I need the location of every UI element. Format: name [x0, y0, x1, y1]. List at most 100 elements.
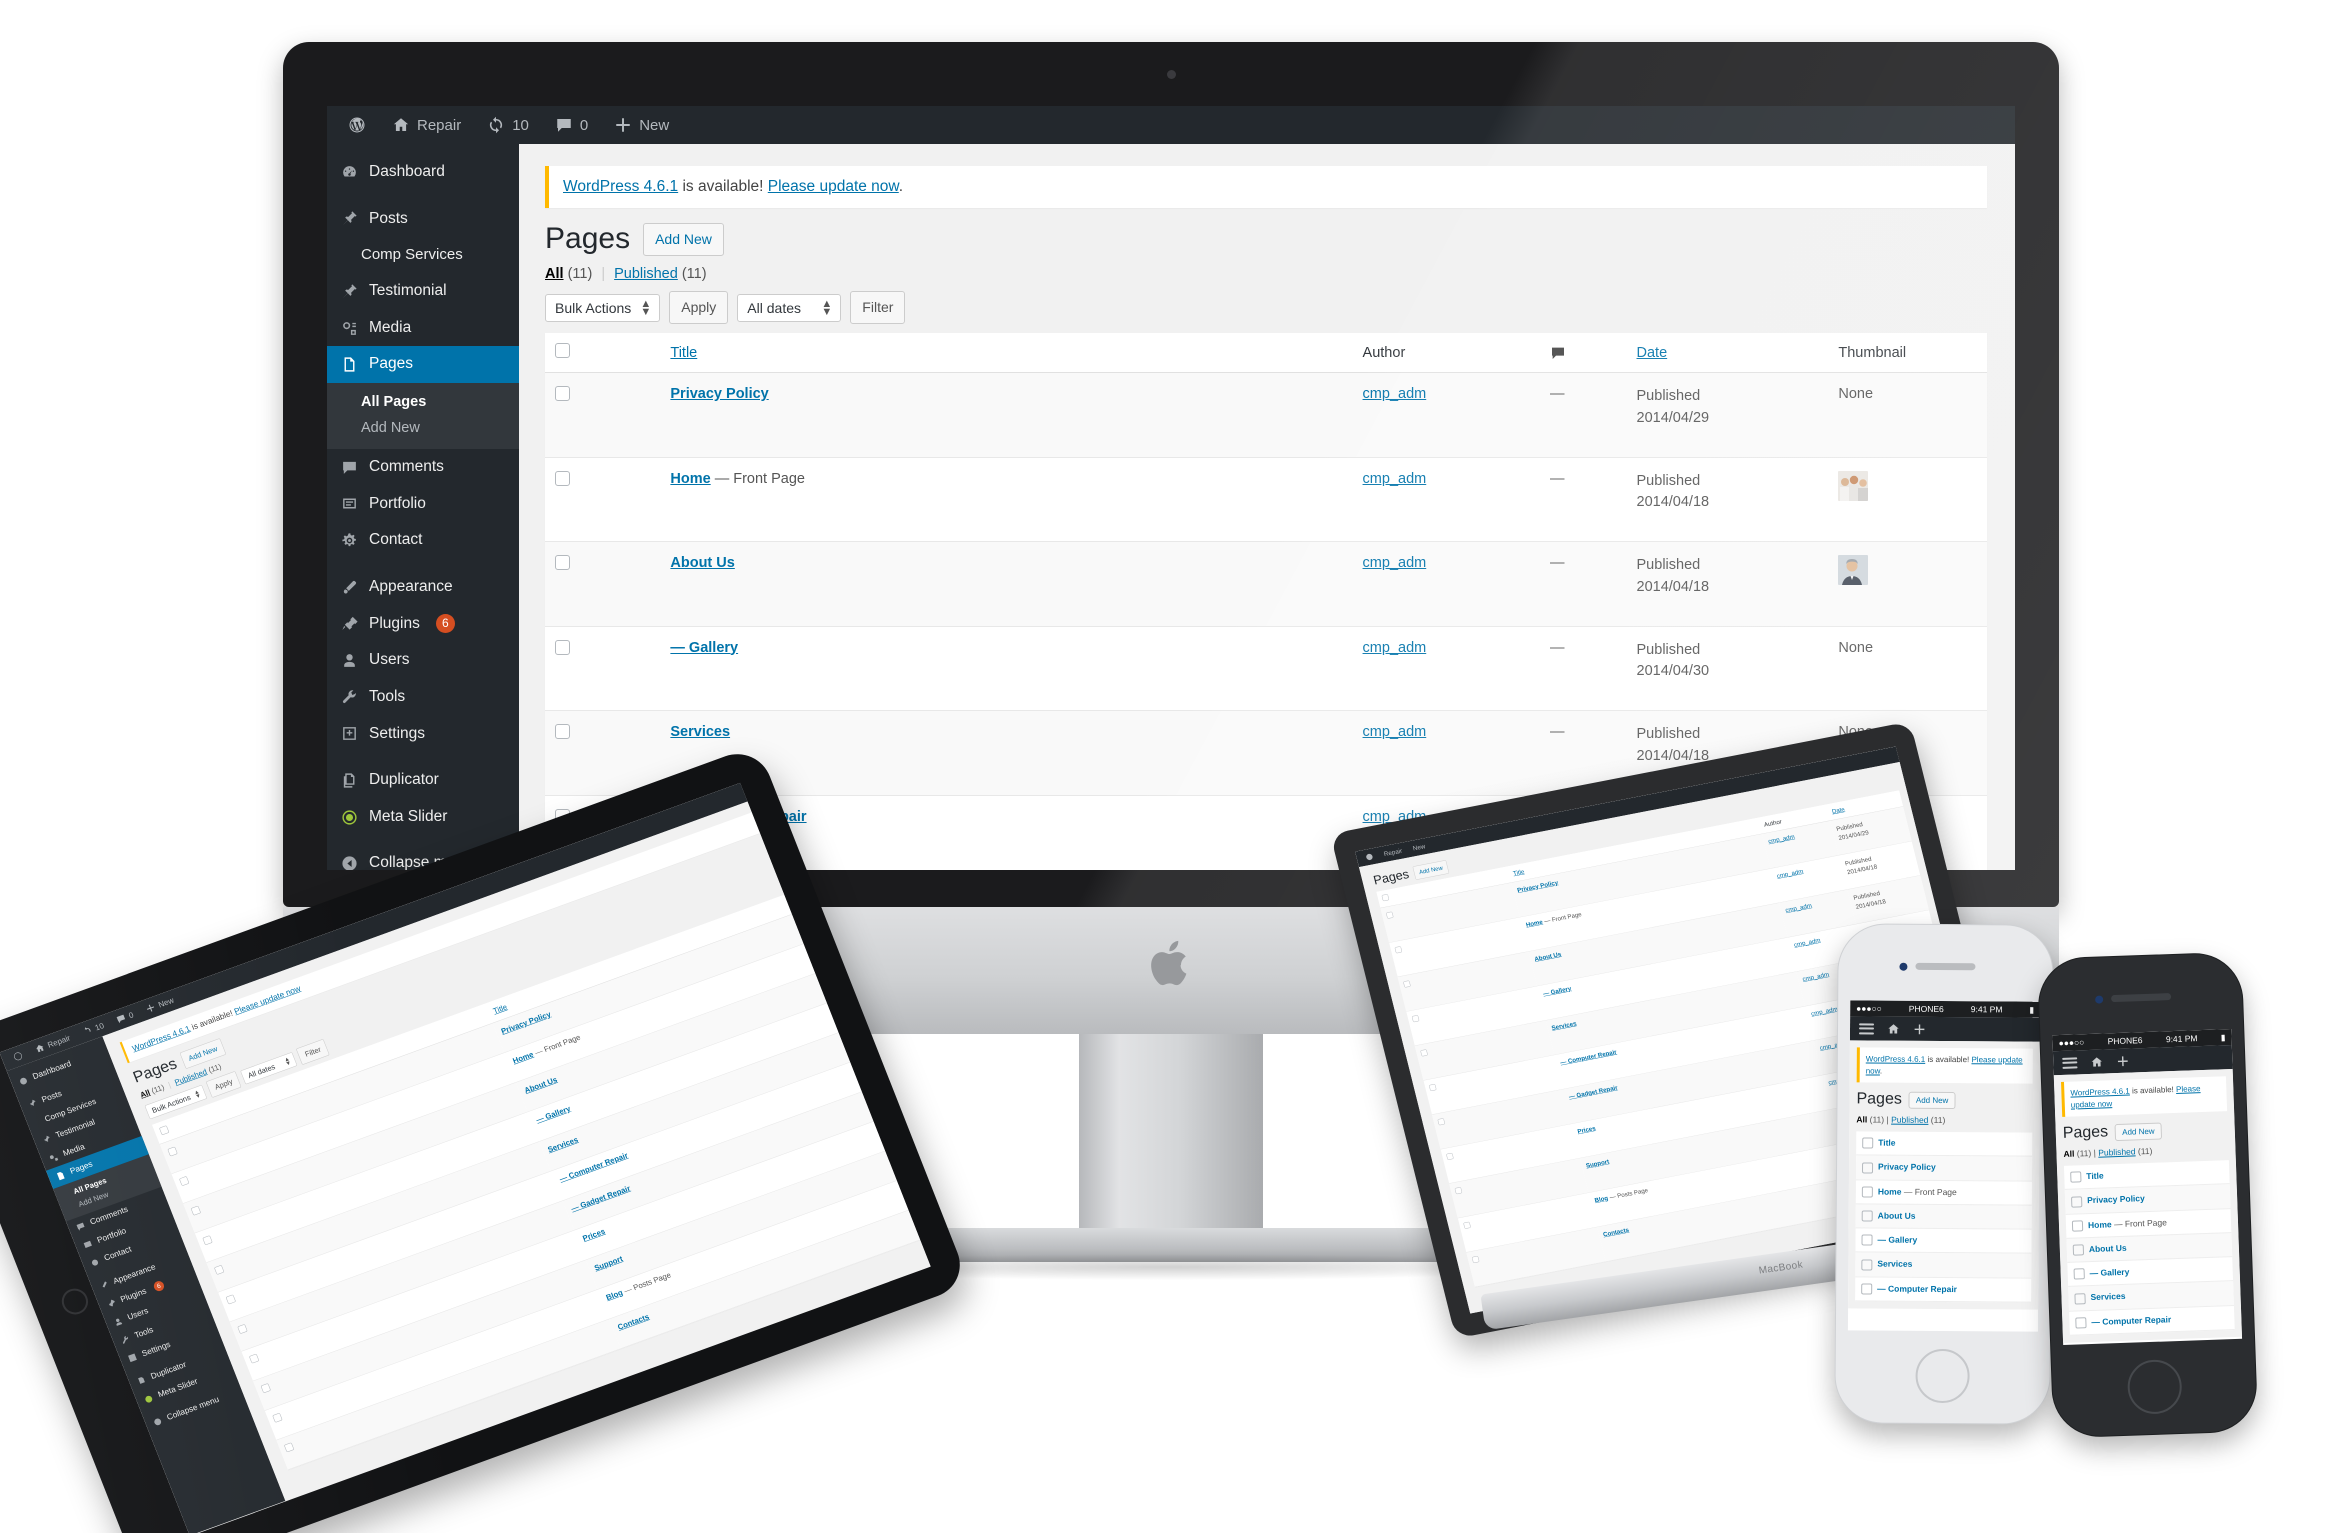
- sidebar-item-comments[interactable]: Comments: [327, 449, 519, 486]
- row-checkbox-cell[interactable]: [545, 710, 661, 796]
- sidebar-item-posts[interactable]: Posts: [327, 201, 519, 238]
- sidebar-item-plugins[interactable]: Plugins 6: [96, 1264, 199, 1317]
- row-title-link[interactable]: Blog: [605, 1289, 624, 1303]
- row-title-link[interactable]: Privacy Policy: [500, 1010, 552, 1036]
- row-title-link[interactable]: Services: [1551, 1020, 1577, 1031]
- row-title-link[interactable]: Privacy Policy: [1878, 1162, 1936, 1172]
- row-author-link[interactable]: cmp_adm: [1767, 833, 1795, 845]
- menu-hamburger-icon[interactable]: [1858, 1020, 1875, 1036]
- row-checkbox[interactable]: [2071, 1220, 2084, 1232]
- select-all-checkbox[interactable]: [2070, 1171, 2082, 1184]
- column-header-title[interactable]: Title: [660, 333, 1353, 373]
- select-all-checkbox[interactable]: [1862, 1137, 1874, 1149]
- row-title-link[interactable]: — Gadget Repair: [570, 1184, 632, 1213]
- row-checkbox-cell[interactable]: [276, 1319, 621, 1470]
- row-title-link[interactable]: Contacts: [1602, 1227, 1629, 1238]
- row-checkbox-cell[interactable]: [545, 457, 661, 542]
- row-checkbox-cell[interactable]: [252, 1259, 598, 1411]
- add-new-button[interactable]: Add New: [2114, 1122, 2162, 1141]
- row-checkbox[interactable]: [283, 1442, 295, 1453]
- row-author-link[interactable]: cmp_adm: [1363, 386, 1427, 402]
- filter-published-link[interactable]: Published: [174, 1068, 209, 1087]
- row-title-link[interactable]: — Computer Repair: [1560, 1049, 1618, 1066]
- row-checkbox[interactable]: [2072, 1244, 2085, 1256]
- table-row[interactable]: — Computer Repair: [2069, 1305, 2235, 1336]
- wordpress-version-link[interactable]: WordPress 4.6.1: [563, 178, 678, 195]
- row-checkbox-cell[interactable]: [545, 372, 661, 458]
- column-header-title[interactable]: Title: [484, 891, 800, 1024]
- admin-bar-new-tablet[interactable]: New: [136, 988, 184, 1021]
- row-checkbox[interactable]: [2074, 1292, 2086, 1305]
- table-row[interactable]: — Computer Repair: [1855, 1276, 2032, 1303]
- row-checkbox[interactable]: [1861, 1210, 1873, 1222]
- sidebar-item-comp-services[interactable]: Comp Services: [327, 237, 519, 273]
- row-checkbox[interactable]: [167, 1146, 178, 1157]
- row-title-link[interactable]: — Gallery: [535, 1105, 572, 1125]
- table-row[interactable]: Services: [206, 1029, 858, 1293]
- filter-all-link[interactable]: All: [1856, 1115, 1867, 1125]
- row-checkbox[interactable]: [248, 1353, 260, 1364]
- row-title-link[interactable]: Services: [1877, 1259, 1912, 1269]
- select-all-header[interactable]: [545, 333, 661, 373]
- wordpress-version-link[interactable]: WordPress 4.6.1: [131, 1024, 192, 1053]
- column-title-link[interactable]: Title: [1512, 868, 1525, 877]
- table-row[interactable]: About Us cmp_adm — Published 2014/04/18: [545, 541, 1987, 627]
- sidebar-item-duplicator[interactable]: Duplicator: [127, 1341, 230, 1394]
- wordpress-version-link[interactable]: WordPress 4.6.1: [1866, 1054, 1925, 1063]
- sidebar-item-meta-slider[interactable]: Meta Slider: [134, 1359, 237, 1412]
- filter-button[interactable]: Filter: [296, 1038, 330, 1066]
- row-checkbox-cell[interactable]: [159, 1023, 505, 1174]
- row-title-link[interactable]: About Us: [1878, 1210, 1916, 1220]
- row-checkbox-cell[interactable]: [545, 541, 661, 627]
- row-checkbox[interactable]: [555, 386, 570, 401]
- row-checkbox-cell[interactable]: [218, 1171, 563, 1322]
- sidebar-item-posts[interactable]: Posts: [18, 1064, 121, 1117]
- sidebar-item-duplicator[interactable]: Duplicator: [327, 762, 519, 799]
- row-title-link[interactable]: — Gallery: [670, 640, 738, 656]
- sidebar-item-testimonial[interactable]: Testimonial: [32, 1100, 135, 1153]
- bulk-actions-select[interactable]: Bulk Actions ▲ ▼: [144, 1084, 208, 1120]
- filter-button[interactable]: Filter: [850, 291, 906, 324]
- column-title-link[interactable]: Title: [492, 1003, 508, 1016]
- sidebar-item-tools[interactable]: Tools: [111, 1300, 214, 1353]
- filter-all-link[interactable]: All: [2063, 1149, 2074, 1159]
- table-row[interactable]: — Gallery: [1855, 1228, 2032, 1254]
- add-new-button[interactable]: Add New: [1908, 1091, 1956, 1109]
- sidebar-item-comments[interactable]: Comments: [66, 1187, 169, 1240]
- table-row[interactable]: Home — Front Page cmp_adm — Published 201…: [545, 457, 1987, 542]
- select-all-checkbox[interactable]: [555, 343, 570, 358]
- row-title-link[interactable]: Services: [2090, 1291, 2125, 1302]
- table-row[interactable]: Privacy Policy: [1855, 1155, 2033, 1181]
- table-row[interactable]: About Us: [183, 970, 835, 1234]
- row-checkbox[interactable]: [190, 1205, 202, 1216]
- row-title-link[interactable]: Home: [512, 1050, 535, 1065]
- date-filter-select[interactable]: All dates ▲ ▼: [240, 1051, 298, 1085]
- admin-bar-new[interactable]: New: [601, 106, 682, 144]
- column-header-date[interactable]: Date: [1626, 333, 1829, 373]
- row-author-link[interactable]: cmp_adm: [1363, 555, 1427, 571]
- row-checkbox[interactable]: [179, 1176, 190, 1187]
- add-new-button[interactable]: Add New: [1412, 859, 1450, 880]
- sidebar-item-appearance[interactable]: Appearance: [89, 1246, 192, 1299]
- row-checkbox[interactable]: [2073, 1268, 2085, 1281]
- row-title-link[interactable]: — Computer Repair: [1877, 1283, 1957, 1294]
- sidebar-item-dashboard[interactable]: Dashboard: [327, 154, 519, 191]
- row-checkbox[interactable]: [1437, 1118, 1446, 1126]
- column-title-link[interactable]: Title: [670, 345, 697, 361]
- row-author-link[interactable]: cmp_adm: [1793, 937, 1821, 949]
- row-title-link[interactable]: Support: [593, 1255, 624, 1273]
- row-title-link[interactable]: About Us: [2089, 1243, 2127, 1254]
- plus-icon[interactable]: [1913, 1022, 1926, 1035]
- row-checkbox[interactable]: [1454, 1186, 1463, 1195]
- row-checkbox[interactable]: [1861, 1186, 1873, 1198]
- sidebar-item-comp-services[interactable]: Comp Services: [25, 1082, 128, 1135]
- row-title-link[interactable]: — Gallery: [1878, 1235, 1918, 1245]
- row-checkbox[interactable]: [1861, 1283, 1873, 1295]
- row-author-link[interactable]: cmp_adm: [1363, 640, 1427, 656]
- date-filter-select[interactable]: All dates ▲ ▼: [737, 293, 842, 322]
- row-checkbox[interactable]: [555, 470, 570, 486]
- row-checkbox[interactable]: [1428, 1083, 1437, 1091]
- table-row[interactable]: Privacy Policy cmp_adm — Published 2014/0…: [545, 372, 1987, 458]
- home-icon[interactable]: [1887, 1022, 1900, 1035]
- admin-bar-updates-tablet[interactable]: 10: [73, 1013, 114, 1044]
